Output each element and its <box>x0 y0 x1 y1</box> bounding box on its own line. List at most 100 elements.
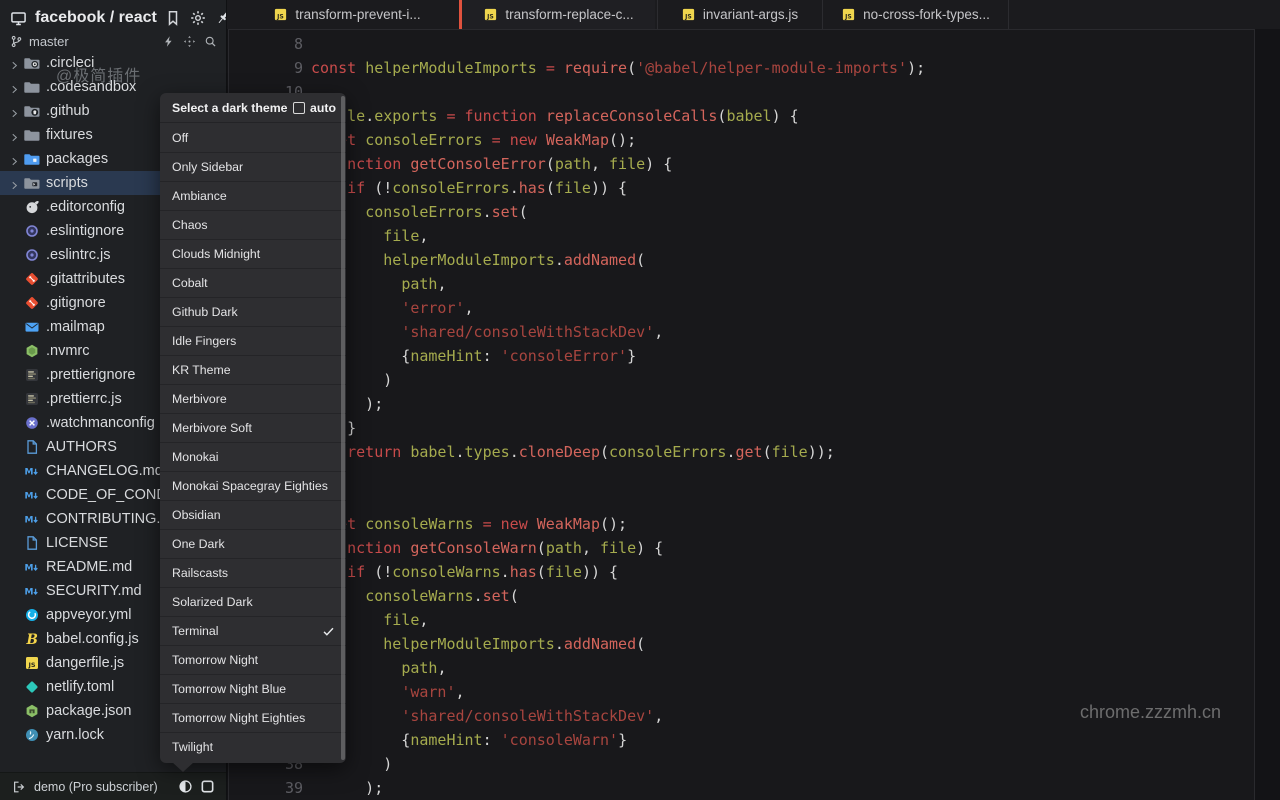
sidebar-footer: demo (Pro subscriber) <box>0 772 227 800</box>
theme-option-idle-fingers[interactable]: Idle Fingers <box>160 326 346 355</box>
mail-icon <box>24 319 40 335</box>
chevron-right-icon[interactable] <box>9 130 20 141</box>
theme-option-clouds-midnight[interactable]: Clouds Midnight <box>160 239 346 268</box>
code-line: file, <box>311 608 925 632</box>
bookmark-icon[interactable] <box>165 10 181 26</box>
code-line: {nameHint: 'consoleError'} <box>311 344 925 368</box>
chevron-right-icon[interactable] <box>9 58 20 69</box>
tree-item-label: CHANGELOG.md <box>46 463 163 479</box>
sign-out-icon[interactable] <box>12 780 26 794</box>
tree-item-label: netlify.toml <box>46 679 114 695</box>
circleci-icon <box>24 55 40 71</box>
eslint-icon <box>24 223 40 239</box>
chevron-right-icon[interactable] <box>9 106 20 117</box>
theme-option-label: Only Sidebar <box>172 160 243 174</box>
md-icon: M <box>24 511 40 527</box>
gear-icon[interactable] <box>190 10 206 26</box>
tree-item-label: yarn.lock <box>46 727 104 743</box>
code-line: const helperModuleImports = require('@ba… <box>311 56 925 80</box>
editor-tab-2[interactable]: JStransform-replace-c... <box>462 0 655 29</box>
tree-item-label: packages <box>46 151 108 167</box>
theme-option-chaos[interactable]: Chaos <box>160 210 346 239</box>
search-icon[interactable] <box>204 35 217 48</box>
theme-option-terminal[interactable]: Terminal <box>160 616 346 645</box>
tree-item-label: .watchmanconfig <box>46 415 155 431</box>
theme-option-label: One Dark <box>172 537 225 551</box>
sidebar-header: facebook / react master <box>0 0 227 51</box>
theme-option-monokai-spacegray-eighties[interactable]: Monokai Spacegray Eighties <box>160 471 346 500</box>
editor-tab-3[interactable]: JSinvariant-args.js <box>658 0 821 29</box>
theme-menu-title: Select a dark theme <box>172 101 293 115</box>
theme-option-monokai[interactable]: Monokai <box>160 442 346 471</box>
theme-option-label: Monokai <box>172 450 218 464</box>
theme-option-kr-theme[interactable]: KR Theme <box>160 355 346 384</box>
repo-icon <box>10 10 27 27</box>
code-pane[interactable]: 8910111213141516171819202122232425262728… <box>228 29 1255 800</box>
folder-icon <box>24 127 40 143</box>
pin-icon[interactable] <box>215 10 227 26</box>
theme-toggle-icon[interactable] <box>178 779 193 794</box>
active-tab-indicator <box>459 0 462 29</box>
theme-option-label: Idle Fingers <box>172 334 236 348</box>
theme-option-label: Terminal <box>172 624 218 638</box>
expand-icon[interactable] <box>183 35 196 48</box>
theme-option-solarized-dark[interactable]: Solarized Dark <box>160 587 346 616</box>
tree-item-label: package.json <box>46 703 131 719</box>
theme-option-merbivore-soft[interactable]: Merbivore Soft <box>160 413 346 442</box>
theme-option-label: Merbivore Soft <box>172 421 252 435</box>
theme-option-ambiance[interactable]: Ambiance <box>160 181 346 210</box>
md-icon: M <box>24 463 40 479</box>
theme-option-label: Chaos <box>172 218 208 232</box>
theme-option-only-sidebar[interactable]: Only Sidebar <box>160 152 346 181</box>
account-label[interactable]: demo (Pro subscriber) <box>34 780 171 794</box>
theme-option-tomorrow-night-eighties[interactable]: Tomorrow Night Eighties <box>160 703 346 732</box>
line-number: 9 <box>229 56 303 80</box>
editor-tabbar: JStransform-prevent-i...JStransform-repl… <box>227 0 1280 29</box>
auto-checkbox[interactable] <box>293 102 305 114</box>
chevron-right-icon[interactable] <box>9 82 20 93</box>
code-line: if (!consoleWarns.has(file)) { <box>311 560 925 584</box>
doc-icon <box>24 439 40 455</box>
theme-option-tomorrow-night-blue[interactable]: Tomorrow Night Blue <box>160 674 346 703</box>
code-line: 'shared/consoleWithStackDev', <box>311 320 925 344</box>
theme-option-obsidian[interactable]: Obsidian <box>160 500 346 529</box>
chevron-right-icon[interactable] <box>9 154 20 165</box>
folder-icon <box>24 79 40 95</box>
chevron-right-icon[interactable] <box>9 178 20 189</box>
theme-option-label: KR Theme <box>172 363 231 377</box>
theme-menu-scrollbar[interactable] <box>341 96 345 760</box>
editor-tab-4[interactable]: JSno-cross-fork-types... <box>823 0 1008 29</box>
code-line: consoleWarns.set( <box>311 584 925 608</box>
lightning-icon[interactable] <box>162 35 175 48</box>
code-line: consoleErrors.set( <box>311 200 925 224</box>
code-line: function getConsoleWarn(path, file) { <box>311 536 925 560</box>
theme-option-off[interactable]: Off <box>160 123 346 152</box>
tree-item-label: .eslintignore <box>46 223 124 239</box>
svg-text:B: B <box>26 632 38 647</box>
theme-option-twilight[interactable]: Twilight <box>160 732 346 761</box>
theme-option-merbivore[interactable]: Merbivore <box>160 384 346 413</box>
tree-item-label: fixtures <box>46 127 93 143</box>
theme-option-tomorrow-night[interactable]: Tomorrow Night <box>160 645 346 674</box>
editor-tab-1[interactable]: JStransform-prevent-i... <box>236 0 458 29</box>
layout-toggle-icon[interactable] <box>200 779 215 794</box>
svg-text:JS: JS <box>27 661 35 669</box>
theme-option-one-dark[interactable]: One Dark <box>160 529 346 558</box>
branch-name[interactable]: master <box>29 34 156 49</box>
theme-option-cobalt[interactable]: Cobalt <box>160 268 346 297</box>
tree-item-label: .eslintrc.js <box>46 247 110 263</box>
tab-divider <box>1008 0 1009 29</box>
theme-option-label: Off <box>172 131 188 145</box>
js-file-icon: JS <box>273 7 288 22</box>
tree-item-label: .prettierignore <box>46 367 135 383</box>
theme-option-github-dark[interactable]: Github Dark <box>160 297 346 326</box>
code-line: if (!consoleErrors.has(file)) { <box>311 176 925 200</box>
tab-label: transform-replace-c... <box>505 7 633 22</box>
code-line: helperModuleImports.addNamed( <box>311 248 925 272</box>
code-line: 'error', <box>311 296 925 320</box>
theme-option-railscasts[interactable]: Railscasts <box>160 558 346 587</box>
repo-title: facebook / react <box>35 9 157 27</box>
theme-option-label: Cobalt <box>172 276 208 290</box>
prettier-icon <box>24 367 40 383</box>
tab-divider <box>657 0 658 29</box>
